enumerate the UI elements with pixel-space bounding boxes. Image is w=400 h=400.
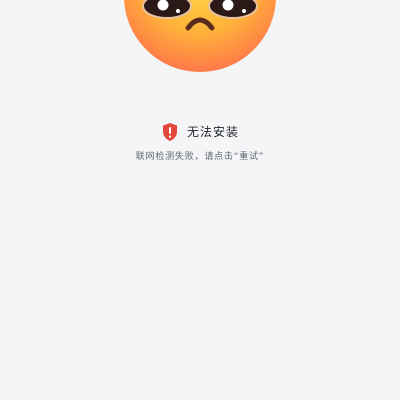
sad-face-emoji-icon <box>120 0 280 72</box>
install-failed-screen: 无法安装 联网检测失败，请点击“重试” <box>0 0 400 400</box>
status-title: 无法安装 <box>186 125 239 139</box>
install-status: 无法安装 联网检测失败，请点击“重试” <box>0 120 400 164</box>
status-message: 联网检测失败，请点击“重试” <box>135 152 265 162</box>
shield-alert-icon <box>162 123 177 141</box>
status-row: 无法安装 <box>161 120 239 144</box>
